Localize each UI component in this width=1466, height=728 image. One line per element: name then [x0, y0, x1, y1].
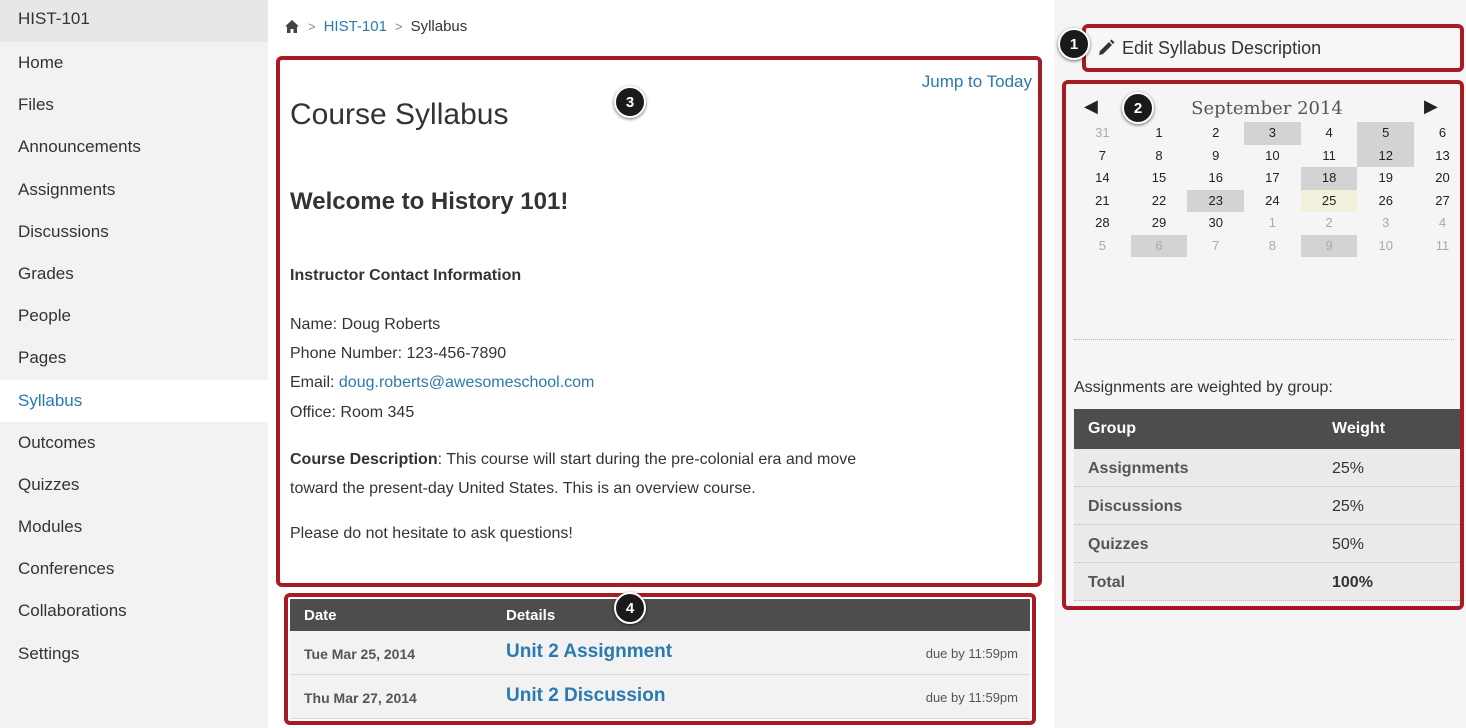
sidebar-item-conferences[interactable]: Conferences	[0, 548, 268, 590]
sidebar-item-grades[interactable]: Grades	[0, 253, 268, 295]
course-code[interactable]: HIST-101	[0, 0, 268, 42]
sidebar-item-files[interactable]: Files	[0, 84, 268, 126]
breadcrumb-separator: >	[394, 19, 403, 34]
breadcrumb: > HIST-101 > Syllabus	[284, 18, 467, 35]
course-nav-sidebar: HIST-101 Home Files Announcements Assignmen…	[0, 0, 268, 728]
home-icon[interactable]	[284, 19, 300, 34]
callout-badge-2: 2	[1122, 92, 1154, 124]
breadcrumb-separator: >	[308, 19, 316, 34]
sidebar-item-outcomes[interactable]: Outcomes	[0, 422, 268, 464]
sidebar-item-modules[interactable]: Modules	[0, 506, 268, 548]
breadcrumb-course-link[interactable]: HIST-101	[324, 18, 387, 35]
sidebar-item-announcements[interactable]: Announcements	[0, 126, 268, 168]
highlight-box-3	[276, 56, 1042, 587]
sidebar-item-people[interactable]: People	[0, 295, 268, 337]
sidebar-item-collaborations[interactable]: Collaborations	[0, 590, 268, 632]
callout-badge-4: 4	[614, 592, 646, 624]
highlight-box-2	[1062, 80, 1464, 610]
sidebar-item-home[interactable]: Home	[0, 42, 268, 84]
highlight-box-4	[284, 593, 1036, 725]
highlight-box-1	[1082, 24, 1464, 72]
breadcrumb-current: Syllabus	[410, 18, 468, 35]
sidebar-item-discussions[interactable]: Discussions	[0, 211, 268, 253]
callout-badge-3: 3	[614, 86, 646, 118]
sidebar-item-syllabus[interactable]: Syllabus	[0, 379, 268, 422]
sidebar-item-pages[interactable]: Pages	[0, 337, 268, 379]
sidebar-item-settings[interactable]: Settings	[0, 633, 268, 675]
callout-badge-1: 1	[1058, 28, 1090, 60]
sidebar-item-quizzes[interactable]: Quizzes	[0, 464, 268, 506]
sidebar-item-assignments[interactable]: Assignments	[0, 169, 268, 211]
